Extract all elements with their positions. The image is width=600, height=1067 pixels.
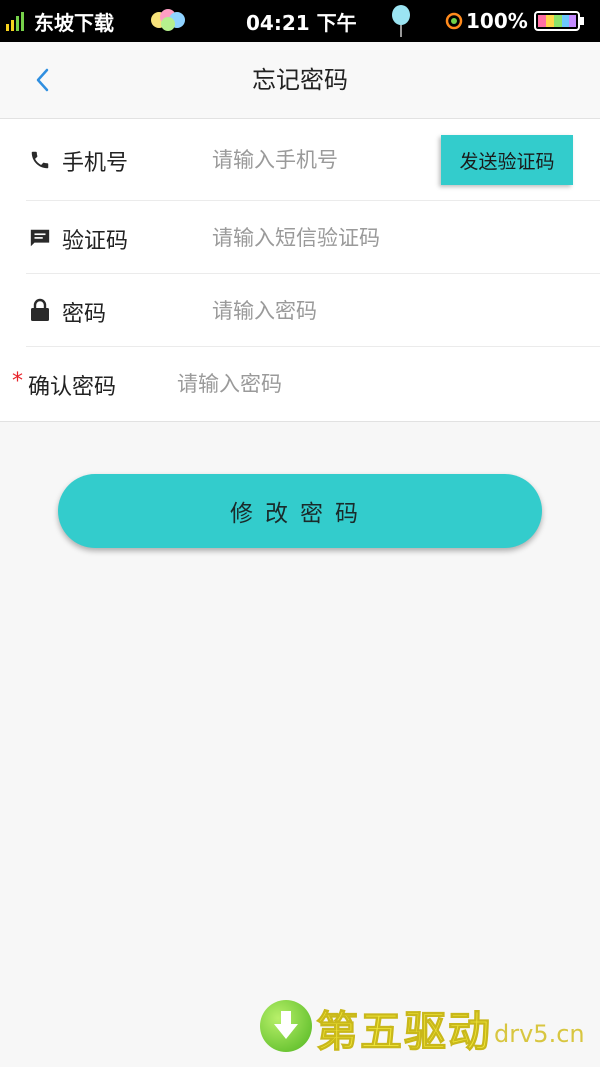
- back-button[interactable]: [24, 62, 60, 98]
- confirm-password-label: 确认密码: [28, 375, 117, 400]
- password-input[interactable]: [212, 296, 572, 326]
- code-input[interactable]: [212, 223, 572, 253]
- send-code-button[interactable]: 发送验证码: [441, 135, 573, 185]
- code-row: 验证码: [0, 201, 600, 274]
- carrier-name: 东坡下载: [34, 10, 114, 35]
- confirm-password-row: * 确认密码: [0, 347, 600, 420]
- balloon-icon: [390, 0, 412, 42]
- location-icon: [444, 0, 464, 42]
- back-arrow-icon: [36, 68, 49, 92]
- phone-label: 手机号: [62, 151, 129, 176]
- download-icon: [260, 1000, 312, 1052]
- reset-password-form: 手机号 发送验证码 验证码 密码 * 确认密码: [0, 119, 600, 422]
- battery-icon: [534, 0, 586, 42]
- balloons-icon: [150, 0, 186, 42]
- watermark: 第五驱动 drv5.cn: [260, 998, 600, 1058]
- phone-input[interactable]: [212, 145, 432, 175]
- phone-icon: [28, 148, 52, 172]
- status-time: 04:21 下午: [246, 10, 357, 35]
- nav-bar: 忘记密码: [0, 42, 600, 119]
- confirm-password-input[interactable]: [177, 369, 557, 399]
- status-bar: 东坡下载 04:21 下午 100%: [0, 0, 600, 42]
- watermark-domain: drv5.cn: [494, 1020, 585, 1048]
- message-icon: [28, 226, 52, 250]
- page-title: 忘记密码: [252, 66, 348, 94]
- watermark-text: 第五驱动: [315, 1007, 493, 1057]
- code-label: 验证码: [62, 229, 129, 254]
- lock-icon: [28, 298, 52, 322]
- change-password-button[interactable]: 修改密码: [58, 474, 542, 548]
- password-label: 密码: [62, 302, 107, 327]
- signal-icon: [6, 0, 28, 42]
- battery-percent: 100%: [466, 9, 528, 33]
- password-row: 密码: [0, 274, 600, 347]
- required-mark: *: [12, 369, 23, 394]
- phone-row: 手机号 发送验证码: [0, 119, 600, 201]
